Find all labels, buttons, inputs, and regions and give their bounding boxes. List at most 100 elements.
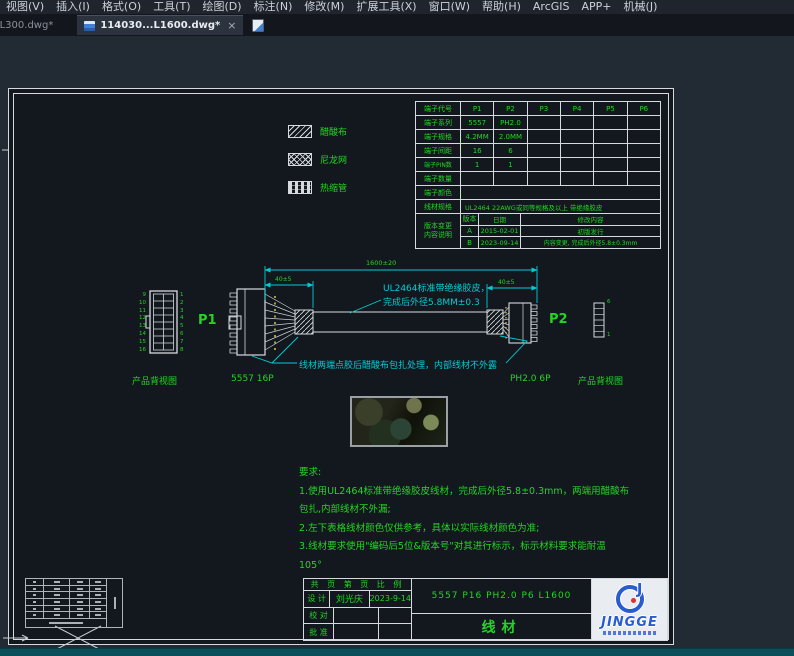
tt-cell: [594, 130, 627, 143]
check-label: 校 对: [304, 608, 334, 624]
tt-cell: [594, 116, 627, 129]
nylon-mesh-swatch: [288, 153, 312, 166]
part-number: 5557 P16 PH2.0 P6 L1600: [412, 579, 591, 614]
menu-mechanical[interactable]: 机械(J): [618, 0, 664, 14]
cable-spec-callout-line1: UL2464标准带绝缘胶皮，: [383, 281, 490, 294]
wire-color-table: [25, 578, 123, 628]
revision-block: 版本变更内容说明 版本日期修改内容 A2015-02-01初版发行 B2023-…: [416, 214, 660, 248]
check-name: [334, 608, 379, 624]
tt-cell: [628, 130, 660, 143]
menu-app-plus[interactable]: APP+: [576, 0, 618, 14]
tt-cell: [528, 116, 561, 129]
tt-cell: 2.0MM: [494, 130, 527, 143]
tt-row-label: 端子间距: [416, 144, 461, 157]
document-tab-bar: -L300.dwg* 114030...L1600.dwg* ×: [0, 14, 794, 36]
tt-cell: [461, 172, 494, 185]
menu-arcgis[interactable]: ArcGIS: [527, 0, 576, 14]
tt-cell: [628, 144, 660, 157]
tt-cell: P4: [561, 102, 594, 115]
overall-dimension: 1600±20: [366, 259, 396, 267]
rev-label: 版本变更: [424, 222, 452, 231]
tab-active-drawing[interactable]: 114030...L1600.dwg* ×: [77, 15, 243, 35]
p1-front-caption: 产品背视图: [132, 374, 177, 387]
tt-cell: 6: [494, 144, 527, 157]
menu-draw[interactable]: 绘图(D): [197, 0, 248, 14]
rev-head: 修改内容: [521, 214, 660, 225]
left-dimension: 40±5: [275, 276, 291, 283]
approve-label: 批 准: [304, 624, 334, 640]
tt-row-label: 端子颜色: [416, 186, 461, 199]
requirements-notes: 要求: 1.使用UL2464标准带绝缘胶皮线材，完成后外径5.8±0.3mm，两…: [299, 464, 669, 575]
legend-label: 醋酸布: [320, 125, 347, 138]
menu-express-tools[interactable]: 扩展工具(X): [350, 0, 422, 14]
menu-format[interactable]: 格式(O): [96, 0, 147, 14]
menu-help[interactable]: 帮助(H): [476, 0, 527, 14]
rev-date: 2023-09-14: [479, 237, 521, 248]
tab-active-label: 114030...L1600.dwg*: [100, 20, 220, 31]
p2-pin-top: 6: [607, 299, 611, 305]
pages-scale-row: 共 页 第 页 比 例: [304, 579, 411, 591]
rev-desc: 初版发行: [521, 226, 660, 237]
approve-name: [334, 624, 379, 640]
tt-cell: [561, 116, 594, 129]
tt-wide-cell: [461, 186, 660, 199]
tt-cell: [594, 144, 627, 157]
tt-cell: P6: [628, 102, 660, 115]
requirement-line: 3.线材要求使用"编码后5位&版本号"对其进行标示，标示材料要求能耐温: [299, 538, 669, 557]
product-name: 线材: [412, 614, 591, 640]
menu-dimension[interactable]: 标注(N): [248, 0, 299, 14]
menu-view[interactable]: 视图(V): [0, 0, 50, 14]
p1-label: P1: [198, 313, 217, 328]
design-label: 设 计: [304, 591, 330, 607]
tab-close-icon[interactable]: ×: [227, 19, 236, 32]
tt-cell: 1: [494, 158, 527, 171]
p2-pin-bottom: 1: [607, 332, 611, 338]
p2-side-caption: PH2.0 6P: [510, 374, 551, 384]
rev-date: 2015-02-01: [479, 226, 521, 237]
material-legend: 醋酸布 尼龙网 热缩管: [288, 123, 398, 207]
tt-cell: [528, 172, 561, 185]
tt-cell: [561, 144, 594, 157]
tt-cell: P2: [494, 102, 527, 115]
tt-row-label: 端子系列: [416, 116, 461, 129]
design-date: 2023-9-14: [370, 591, 411, 607]
cad-application-window: 视图(V) 插入(I) 格式(O) 工具(T) 绘图(D) 标注(N) 修改(M…: [0, 0, 794, 656]
wire-color-table-side: [106, 579, 122, 627]
tt-cell: 16: [461, 144, 494, 157]
approve-date: [379, 624, 411, 640]
menu-window[interactable]: 窗口(W): [423, 0, 476, 14]
tt-cell: 5557: [461, 116, 494, 129]
menu-modify[interactable]: 修改(M): [298, 0, 350, 14]
requirement-line: 1.使用UL2464标准带绝缘胶皮线材，完成后外径5.8±0.3mm，两端用醋酸…: [299, 483, 669, 502]
rev-desc: 内容变更, 完成后外径5.8±0.3mm: [521, 237, 660, 248]
title-block: 共 页 第 页 比 例 设 计 刘光庆 2023-9-14 校 对 批 准 55…: [303, 578, 668, 641]
p1-pin-numbers-left: 910111213141516: [134, 292, 146, 354]
menu-tools[interactable]: 工具(T): [147, 0, 196, 14]
logo-text: JINGGE: [601, 615, 658, 630]
requirement-line: 包扎,内部线材不外漏;: [299, 501, 669, 520]
tt-cell: [561, 172, 594, 185]
p1-side-caption: 5557 16P: [231, 374, 274, 384]
rev-ver: B: [461, 237, 479, 248]
tt-cell: 1: [461, 158, 494, 171]
menu-insert[interactable]: 插入(I): [50, 0, 96, 14]
heat-shrink-swatch: [288, 181, 312, 194]
cable-spec-callout-line2: 完成后外径5.8MM±0.3: [383, 295, 480, 308]
rev-label: 内容说明: [424, 231, 452, 240]
new-drawing-icon[interactable]: [252, 19, 264, 32]
rev-head: 日期: [479, 214, 521, 225]
tt-cell: P5: [594, 102, 627, 115]
tt-cell: [494, 172, 527, 185]
command-line-strip[interactable]: [0, 648, 794, 656]
tt-cell: [628, 116, 660, 129]
logo-subtext: [603, 631, 657, 635]
p2-label: P2: [549, 312, 568, 327]
requirements-title: 要求:: [299, 464, 669, 483]
designer-name: 刘光庆: [330, 591, 369, 607]
reference-photo: [350, 396, 448, 447]
tt-row-label: 线材规格: [416, 200, 461, 213]
requirement-line: 105°: [299, 557, 669, 576]
tab-inactive-drawing[interactable]: -L300.dwg*: [0, 20, 63, 31]
tt-cell: P3: [528, 102, 561, 115]
requirement-line: 2.左下表格线材颜色仅供参考，具体以实际线材颜色为准;: [299, 520, 669, 539]
